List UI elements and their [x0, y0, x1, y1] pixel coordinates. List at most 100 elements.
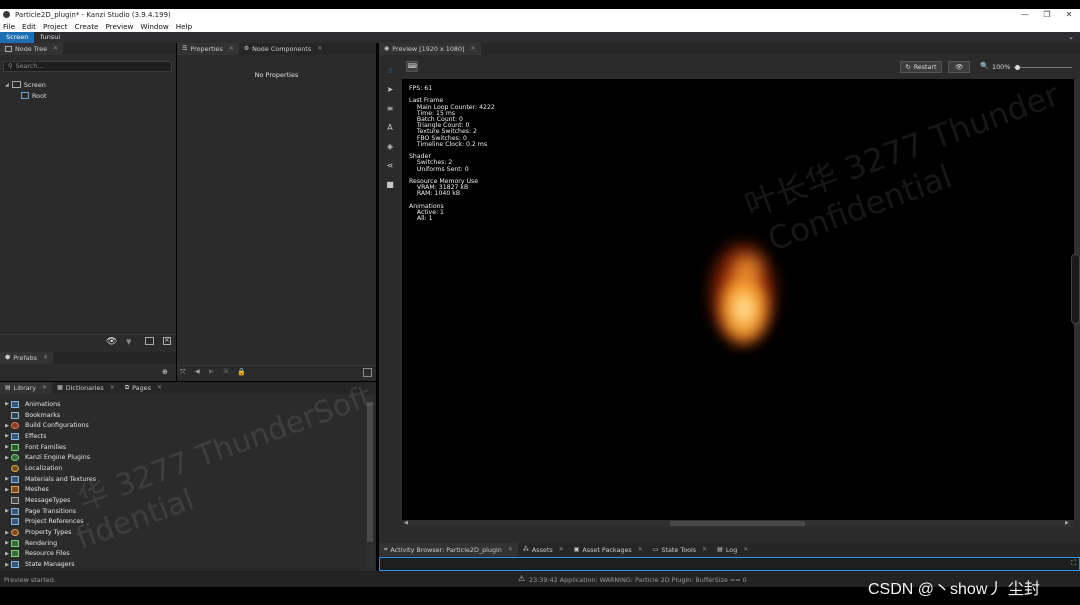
- lock-icon[interactable]: 🔒: [237, 368, 246, 376]
- close-icon[interactable]: ✕: [702, 544, 707, 556]
- watermark-text: 华 3277 ThunderSoft fidential: [71, 378, 377, 557]
- scroll-right-icon[interactable]: ▶: [1065, 520, 1069, 526]
- dictionary-icon: ▦: [57, 384, 63, 391]
- tab-library[interactable]: ▤ Library ✕: [0, 382, 53, 394]
- library-item-build-configurations[interactable]: ▶ Build Configurations: [3, 420, 96, 431]
- remove-icon[interactable]: ✕: [163, 337, 171, 345]
- eye-icon[interactable]: 👁: [106, 337, 117, 347]
- library-item-effects[interactable]: ▶ Effects: [3, 431, 96, 442]
- move-icon[interactable]: ⤧: [180, 368, 186, 377]
- tab-preview[interactable]: ◉ Preview [1920 x 1080] ✕: [379, 43, 481, 55]
- menu-file[interactable]: File: [3, 22, 15, 31]
- add-prefab-icon[interactable]: ⊕: [162, 368, 168, 376]
- preview-hscrollbar[interactable]: ◀ ▶: [402, 520, 1074, 527]
- scrollbar-thumb[interactable]: [670, 521, 805, 526]
- collapse-arrow-icon[interactable]: ◢: [5, 82, 9, 88]
- keyboard-icon[interactable]: ⌨: [406, 61, 418, 72]
- close-icon[interactable]: ✕: [508, 544, 513, 556]
- zoom-slider[interactable]: [1014, 65, 1072, 70]
- camera-icon[interactable]: ■: [386, 179, 394, 191]
- tab-properties[interactable]: ☰ Properties ✕: [177, 43, 239, 55]
- expand-arrow-icon[interactable]: ▶: [3, 508, 11, 514]
- preview-panel: ◉ Preview [1920 x 1080] ✕ ⌨ ↻ Restart 👁 …: [379, 43, 1080, 543]
- tab-pages[interactable]: ⧉ Pages ✕: [120, 382, 167, 394]
- scroll-left-icon[interactable]: ◀: [404, 520, 408, 526]
- close-icon[interactable]: ✕: [42, 382, 47, 394]
- expand-arrow-icon[interactable]: ▶: [3, 423, 11, 429]
- workspace-tab-bar: Screen funsui ⌄: [0, 32, 1080, 43]
- library-item-animations[interactable]: ▶ Animations: [3, 399, 96, 410]
- library-item-state-managers[interactable]: ▶ State Managers: [3, 559, 96, 570]
- maximize-button[interactable]: ❐: [1036, 9, 1058, 20]
- close-icon[interactable]: ✕: [471, 43, 476, 55]
- menu-project[interactable]: Project: [43, 22, 68, 31]
- menu-window[interactable]: Window: [140, 22, 168, 31]
- close-icon[interactable]: ✕: [157, 382, 162, 394]
- close-icon[interactable]: ✕: [110, 382, 115, 394]
- tab-log[interactable]: ▤ Log ✕: [712, 543, 753, 556]
- tab-node-tree[interactable]: Node Tree ✕: [0, 43, 64, 55]
- tab-assets[interactable]: ⁂ Assets ✕: [518, 543, 569, 556]
- library-item-bookmarks[interactable]: Bookmarks: [3, 410, 96, 421]
- scrollbar-thumb[interactable]: [1071, 254, 1080, 324]
- menu-edit[interactable]: Edit: [22, 22, 36, 31]
- tab-node-components[interactable]: ⚙ Node Components ✕: [239, 43, 328, 55]
- expand-arrow-icon[interactable]: ▶: [3, 476, 11, 482]
- chevron-down-icon[interactable]: ⌄: [1068, 32, 1074, 43]
- layers-icon[interactable]: ≡: [387, 103, 394, 115]
- expand-arrow-icon[interactable]: ▶: [3, 401, 11, 407]
- workspace-tab-screen[interactable]: Screen: [0, 32, 35, 43]
- tab-dictionaries[interactable]: ▦ Dictionaries ✕: [52, 382, 120, 394]
- layout-icon[interactable]: [363, 368, 372, 377]
- interact-mode-icon[interactable]: ☝: [388, 65, 393, 77]
- node-tree-search[interactable]: ⚲ Search...: [3, 61, 172, 72]
- search-icon: ⚲: [8, 63, 13, 70]
- tab-prefabs[interactable]: ⬢ Prefabs ✕: [0, 352, 53, 364]
- text-tool-icon[interactable]: A: [387, 122, 392, 134]
- menu-preview[interactable]: Preview: [105, 22, 133, 31]
- close-icon[interactable]: ✕: [743, 544, 748, 556]
- minimize-button[interactable]: —: [1014, 9, 1036, 20]
- tree-item-root[interactable]: Root: [5, 90, 46, 101]
- grid-icon[interactable]: [145, 337, 154, 345]
- filter-icon[interactable]: ▼: [126, 338, 131, 346]
- select-mode-icon[interactable]: ➤: [387, 84, 394, 96]
- close-icon[interactable]: ✕: [559, 544, 564, 556]
- eye-icon[interactable]: 👁: [948, 61, 970, 73]
- close-icon[interactable]: ✕: [229, 43, 234, 55]
- library-item-font-families[interactable]: ▶ Font Families: [3, 442, 96, 453]
- expand-arrow-icon[interactable]: ▶: [3, 540, 11, 546]
- forward-arrow-icon[interactable]: ▶: [209, 368, 214, 375]
- search-input[interactable]: Search...: [16, 63, 44, 70]
- tab-state-tools[interactable]: ▭ State Tools ✕: [648, 543, 712, 556]
- close-button[interactable]: ✕: [1058, 9, 1080, 20]
- close-icon[interactable]: ✕: [317, 43, 322, 55]
- stack-icon[interactable]: ◈: [387, 141, 393, 153]
- close-icon[interactable]: ✕: [43, 352, 48, 364]
- expand-arrow-icon[interactable]: ▶: [3, 455, 11, 461]
- menu-help[interactable]: Help: [176, 22, 192, 31]
- tab-activity-browser[interactable]: ⌗ Activity Browser: Particle2D_plugin ✕: [379, 543, 518, 556]
- expand-arrow-icon[interactable]: ▶: [3, 433, 11, 439]
- share-icon[interactable]: ⋖: [387, 160, 394, 172]
- preview-canvas[interactable]: FPS: 61 Last Frame Main Loop Counter: 42…: [402, 79, 1074, 520]
- expand-arrow-icon[interactable]: ▶: [3, 487, 11, 493]
- expand-arrow-icon[interactable]: ▶: [3, 562, 11, 568]
- zoom-slider-thumb[interactable]: [1015, 65, 1021, 70]
- activity-input-area[interactable]: ⛶: [379, 557, 1080, 571]
- close-icon[interactable]: ✕: [638, 544, 643, 556]
- close-icon[interactable]: ✕: [53, 43, 58, 55]
- menu-create[interactable]: Create: [75, 22, 99, 31]
- preview-vscrollbar[interactable]: [1071, 79, 1080, 520]
- restart-button[interactable]: ↻ Restart: [900, 61, 942, 73]
- expand-arrow-icon[interactable]: ▶: [3, 551, 11, 557]
- expand-icon[interactable]: ⛶: [1071, 559, 1076, 568]
- tab-asset-packages[interactable]: ▣ Asset Packages ✕: [569, 543, 648, 556]
- workspace-tab-funsui[interactable]: funsui: [34, 32, 66, 43]
- tree-item-screen[interactable]: ◢ Screen: [5, 79, 46, 90]
- link-icon[interactable]: ⌘: [223, 368, 229, 375]
- back-arrow-icon[interactable]: ◀: [195, 368, 200, 375]
- library-item-kanzi-engine-plugins[interactable]: ▶ Kanzi Engine Plugins: [3, 452, 96, 463]
- expand-arrow-icon[interactable]: ▶: [3, 444, 11, 450]
- expand-arrow-icon[interactable]: ▶: [3, 530, 11, 536]
